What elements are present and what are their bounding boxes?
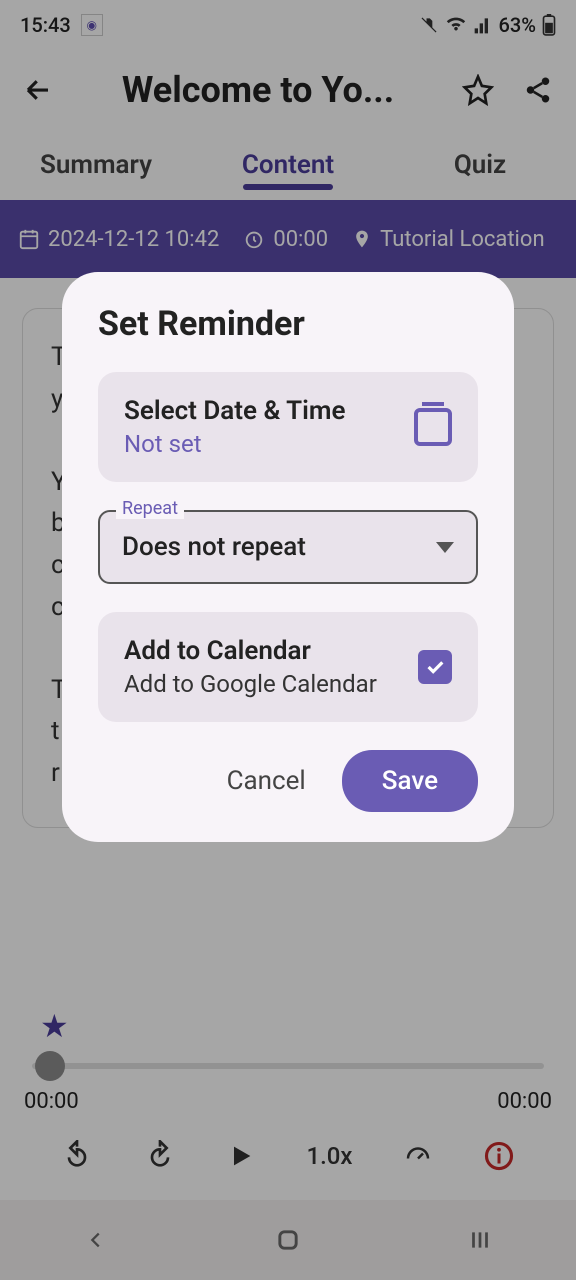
calendar-picker-icon — [414, 408, 452, 446]
datetime-card[interactable]: Select Date & Time Not set — [98, 372, 478, 482]
chevron-down-icon — [436, 542, 454, 553]
datetime-label: Select Date & Time — [124, 396, 414, 426]
modal-title: Set Reminder — [98, 304, 478, 344]
repeat-label: Repeat — [116, 498, 184, 519]
datetime-value: Not set — [124, 430, 414, 458]
nav-recent[interactable] — [462, 1222, 498, 1258]
set-reminder-modal: Set Reminder Select Date & Time Not set … — [62, 272, 514, 842]
calendar-checkbox[interactable] — [418, 650, 452, 684]
nav-home[interactable] — [270, 1222, 306, 1258]
save-button[interactable]: Save — [342, 750, 478, 812]
repeat-select[interactable]: Repeat Does not repeat — [98, 510, 478, 584]
calendar-card[interactable]: Add to Calendar Add to Google Calendar — [98, 612, 478, 722]
cancel-button[interactable]: Cancel — [215, 752, 318, 810]
nav-back[interactable] — [78, 1222, 114, 1258]
calendar-sub: Add to Google Calendar — [124, 670, 418, 698]
repeat-value: Does not repeat — [122, 532, 306, 562]
calendar-label: Add to Calendar — [124, 636, 418, 666]
